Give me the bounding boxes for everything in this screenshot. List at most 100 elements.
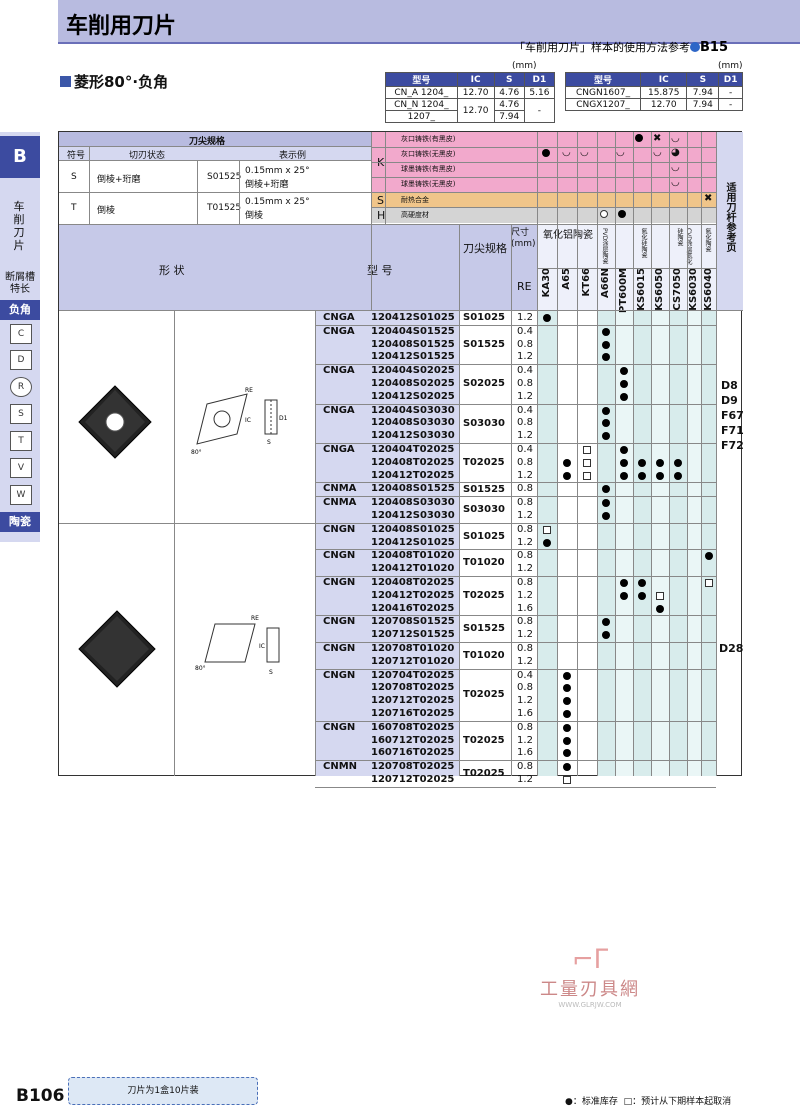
square-bullet-icon [60, 76, 71, 87]
shape-t-icon[interactable]: T [10, 431, 32, 451]
model-code: 120412T02025 [371, 469, 455, 481]
re-value: 1.2 [517, 655, 533, 667]
edge-header: 刀尖规格 [463, 242, 507, 255]
re-value: 1.2 [517, 469, 533, 481]
model-family: CNMA [323, 497, 357, 509]
re-value: 0.8 [517, 523, 533, 535]
model-code: 120408T02025 [371, 456, 455, 468]
stock-dot [620, 471, 628, 480]
stock-dot [543, 538, 551, 547]
section-subtitle: 菱形80°·负角 [60, 71, 168, 92]
re-value: 0.4 [517, 444, 533, 455]
re-value: 1.2 [517, 589, 533, 601]
model-family: CNGN [323, 669, 356, 681]
side-tab-negative[interactable]: 负角 [0, 300, 40, 320]
shape-v-icon[interactable]: V [10, 458, 32, 478]
side-nav-letter[interactable]: B [0, 136, 40, 178]
svg-text:S: S [269, 669, 273, 676]
stock-dot [602, 340, 610, 349]
model-code: 120412S03030 [371, 510, 455, 521]
grade-header-kt66: KT66 [581, 268, 592, 297]
model-code: 160716T02025 [371, 747, 455, 759]
model-code: 120408S03030 [371, 497, 455, 509]
discontinue-box [583, 446, 591, 454]
spec-table-right: 型号 IC S D1 CNGN1607_ 15.875 7.94- CNGX1207_ 12… [564, 72, 743, 111]
alumina-header: 氧化铝陶瓷 [543, 230, 593, 241]
grade-header-pt600m: PT600M [618, 268, 629, 313]
re-value: 1.6 [517, 602, 533, 614]
model-family: CNMA [323, 483, 357, 495]
grade-header-a65: A65 [561, 268, 572, 290]
model-code: 120408S03030 [371, 417, 455, 429]
re-value: 1.2 [517, 695, 533, 707]
ref-pages-top: D8 D9 F67 F71 F72 [721, 379, 744, 452]
stock-dot [656, 604, 664, 613]
re-value: 0.8 [517, 378, 533, 389]
model-family: CNGA [323, 444, 355, 455]
re-value: 1.2 [517, 351, 533, 363]
shape-s-icon[interactable]: S [10, 404, 32, 424]
stock-dot [674, 458, 682, 467]
stock-dot [704, 552, 713, 561]
stock-dot [563, 749, 571, 758]
stock-dot [563, 671, 571, 680]
re-value: 0.4 [517, 404, 533, 416]
grade-header-ks6015: KS6015 [636, 268, 647, 311]
model-family: CNGN [323, 577, 356, 588]
model-code: 120412S02025 [371, 390, 455, 402]
grade-header-ks6040: KS6040 [702, 268, 714, 311]
re-value: 1.2 [517, 536, 533, 548]
stock-dot [620, 380, 628, 388]
model-family: CNGA [323, 365, 355, 377]
model-code: 120408T01020 [371, 550, 455, 562]
shape-c-icon[interactable]: C [10, 324, 32, 344]
edge-code: S01525 [463, 339, 505, 350]
shape-w-icon[interactable]: W [10, 485, 32, 505]
edge-code: S02025 [463, 378, 505, 390]
box-note: 刀片为1盒10片装 [68, 1077, 258, 1105]
re-value: 0.8 [517, 682, 533, 694]
re-value: 0.8 [517, 721, 533, 733]
edge-code: S01025 [463, 312, 505, 324]
re-value: 0.8 [517, 616, 533, 628]
discontinue-box [563, 776, 571, 784]
svg-text:D1: D1 [279, 415, 288, 422]
re-value: 0.8 [517, 338, 533, 350]
side-nav-groove: 断屑槽特长 [5, 272, 35, 295]
model-code: 160712T02025 [371, 734, 455, 746]
model-family: CNGN [323, 616, 356, 628]
grade-header-ks6050: KS6050 [654, 268, 665, 311]
svg-text:S: S [267, 439, 271, 446]
arrow-circle-icon [690, 42, 700, 52]
edge-code: S01525 [463, 483, 505, 495]
grade-header-ks6030: KS6030 [688, 268, 699, 311]
stock-dot [563, 471, 571, 480]
re-value: 0.8 [517, 497, 533, 509]
re-value: 1.6 [517, 708, 533, 719]
stock-dot [638, 591, 646, 600]
reference-link[interactable]: 「车削用刀片」样本的使用方法参考 B15 [514, 39, 728, 55]
reference-text: 「车削用刀片」样本的使用方法参考 [514, 41, 690, 54]
edge-code: S01525 [463, 623, 505, 635]
discontinue-box [543, 525, 551, 534]
model-family: CNGN [323, 643, 356, 654]
shape-d-icon[interactable]: D [10, 350, 32, 370]
cngn-insert-image [78, 610, 156, 688]
edge-code: T01020 [463, 649, 505, 661]
model-family: CNGA [323, 312, 355, 323]
edge-code: T01020 [463, 557, 505, 569]
re-value: 1.2 [517, 430, 533, 442]
model-code: 120412S03030 [371, 430, 455, 442]
edge-code: T02025 [463, 689, 505, 701]
model-code: 120404T02025 [371, 444, 455, 455]
model-code: 120712T02025 [371, 774, 455, 785]
side-tab-ceramic[interactable]: 陶瓷 [0, 512, 40, 532]
subtitle-text: 菱形80°·负角 [74, 73, 169, 91]
model-family: CNGA [323, 404, 355, 416]
model-code: 120708T02025 [371, 682, 455, 694]
shape-r-icon[interactable]: R [10, 377, 32, 397]
grade-header-a66n: A66N [600, 268, 611, 299]
stock-dot [563, 736, 571, 745]
stock-dot [620, 579, 628, 587]
ref-column-header: 适用刀杆参考页 [724, 182, 735, 252]
